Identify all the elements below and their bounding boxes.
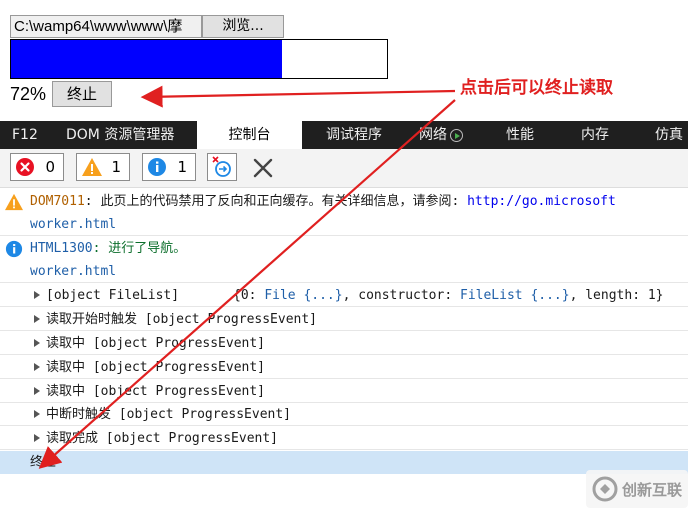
annotation-arrows: [38, 85, 456, 469]
watermark: 创新互联: [586, 470, 688, 508]
arrow-to-stop-button: [140, 85, 456, 108]
watermark-logo-icon: [592, 476, 618, 502]
arrow-to-stop-log: [38, 99, 456, 469]
watermark-text: 创新互联: [622, 481, 683, 499]
